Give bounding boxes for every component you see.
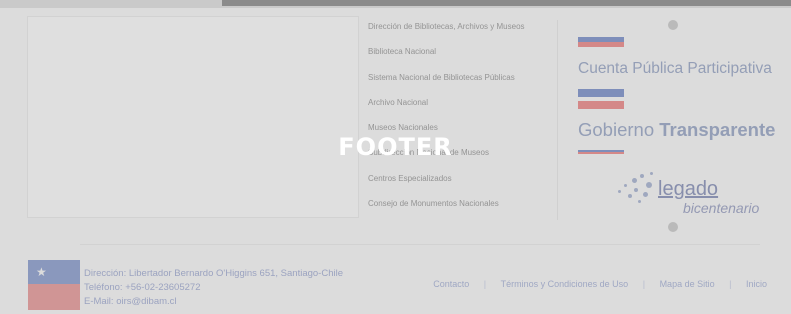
footer-section-label: FOOTER (338, 133, 453, 161)
